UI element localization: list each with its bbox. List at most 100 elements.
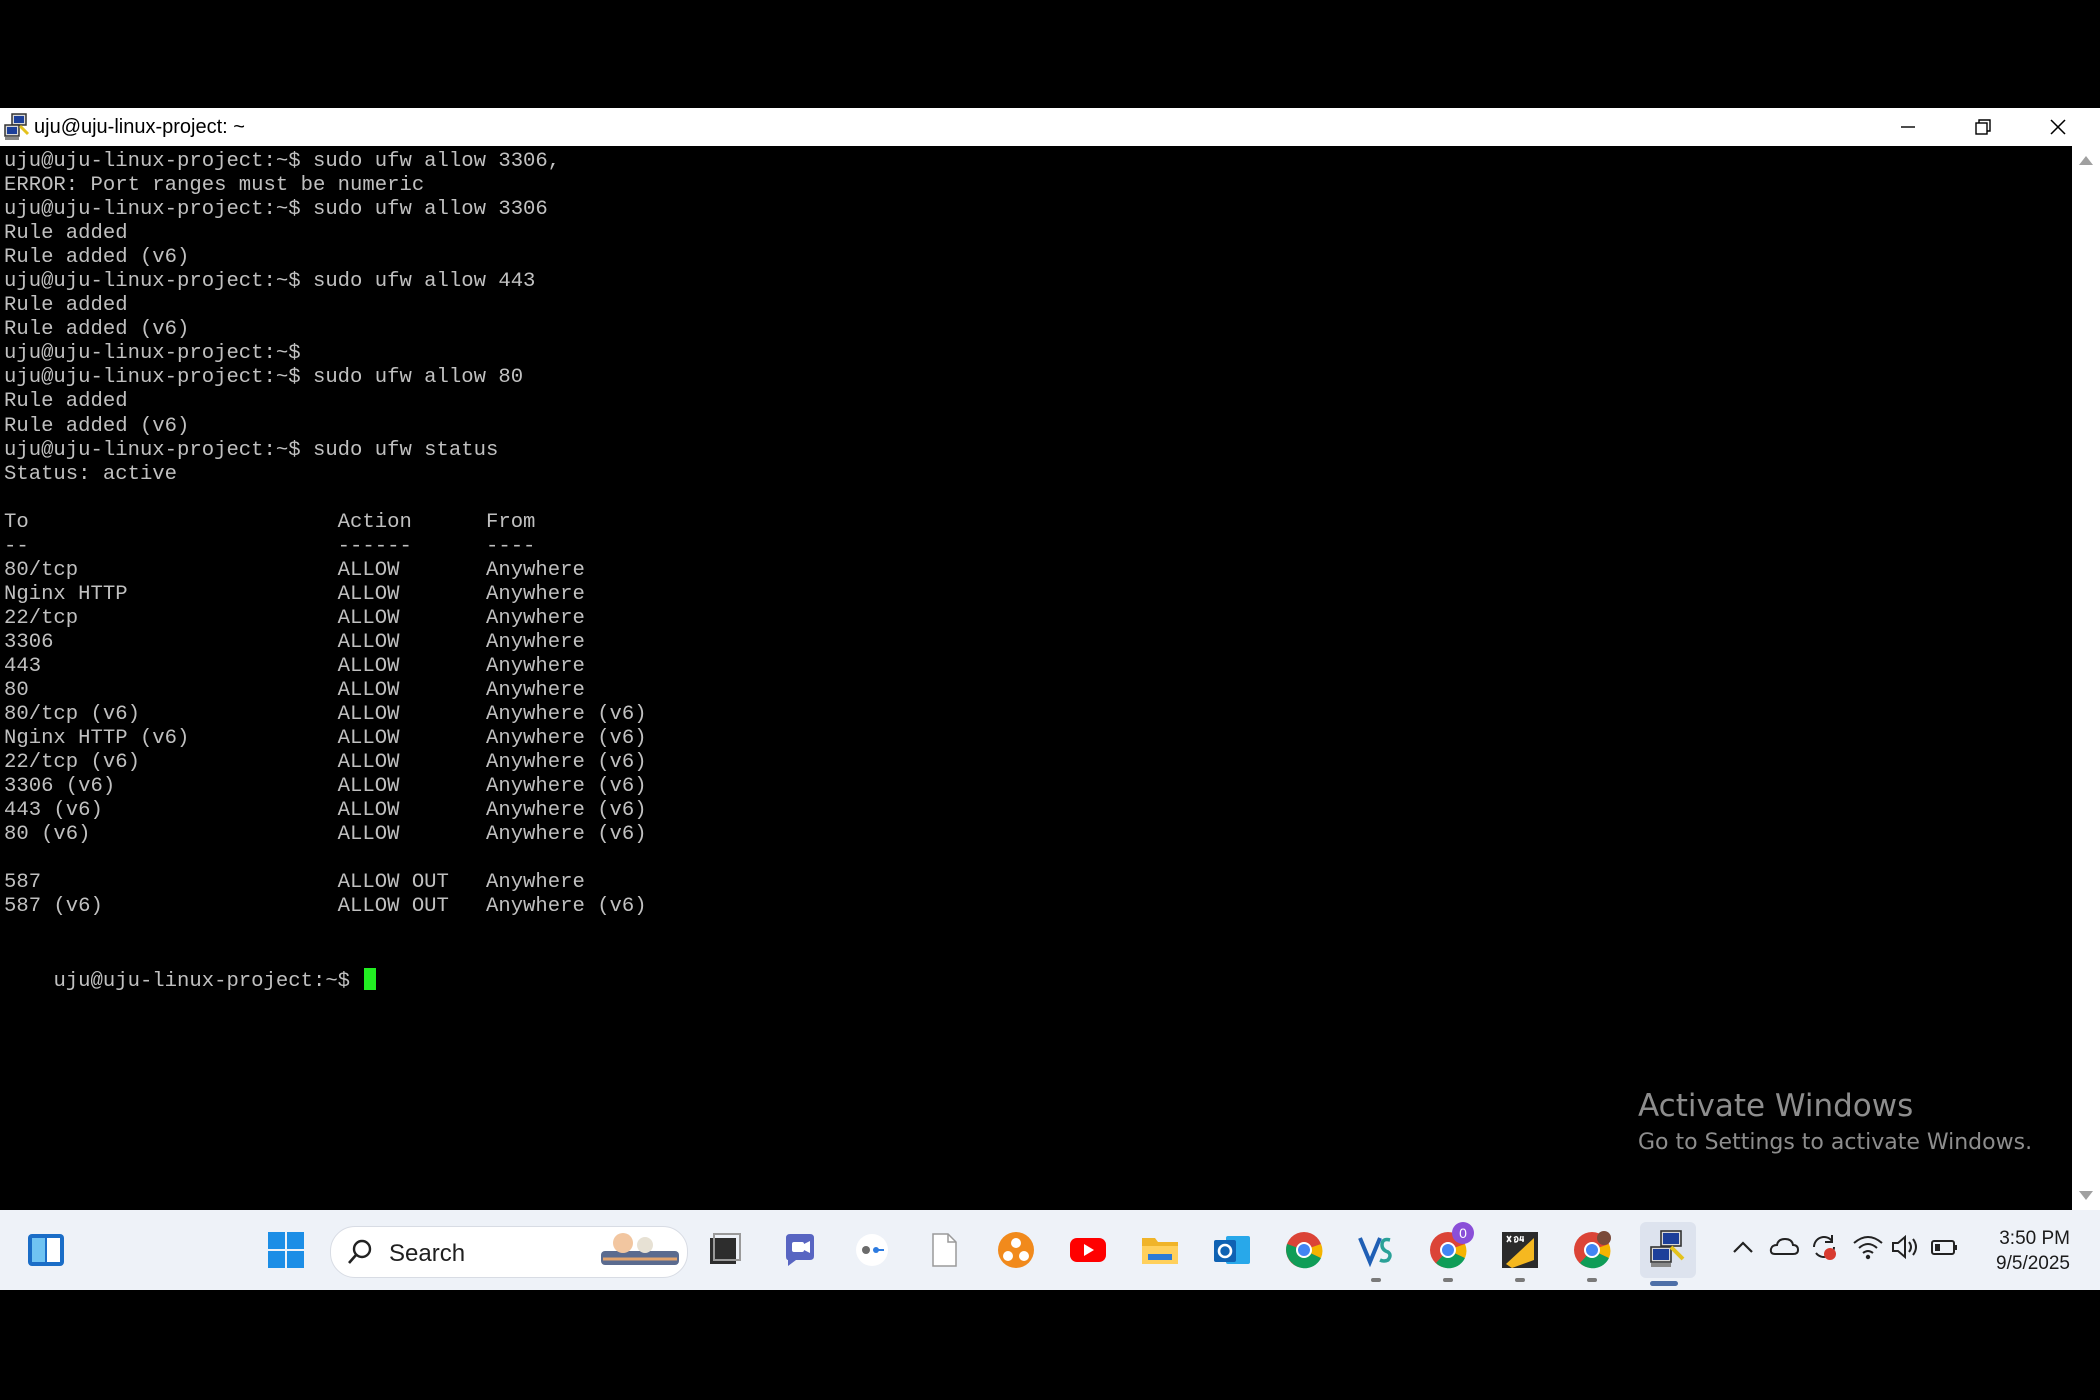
teams-button[interactable] [776, 1226, 824, 1274]
terminal-text: uju@uju-linux-project:~$ sudo ufw allow … [4, 150, 647, 944]
password-manager-button[interactable] [848, 1226, 896, 1274]
task-view-button[interactable] [700, 1226, 748, 1274]
vs-button[interactable] [1352, 1226, 1400, 1282]
terminal-line: Rule added [4, 222, 128, 246]
putty-icon [4, 113, 30, 140]
running-indicator [1371, 1278, 1381, 1282]
taskbar: Search 0 3:50 PM 9/5/2025 [0, 1210, 2100, 1290]
widgets-icon [28, 1234, 64, 1266]
scroll-up-arrow-icon[interactable] [2079, 156, 2093, 165]
minimize-button[interactable] [1870, 108, 1945, 146]
show-hidden-icons-button[interactable] [1728, 1232, 1758, 1267]
file-icon [932, 1233, 957, 1267]
terminal-line: 587 (v6) ALLOW OUT Anywhere (v6) [4, 895, 647, 919]
taskbar-search[interactable]: Search [330, 1226, 688, 1278]
terminal-line: -- ------ ---- [4, 534, 536, 558]
file-explorer-button[interactable] [1136, 1226, 1184, 1274]
terminal-output[interactable]: uju@uju-linux-project:~$ sudo ufw allow … [0, 146, 2072, 1210]
volume-icon [1892, 1234, 1917, 1260]
minimize-icon [1900, 126, 1915, 128]
terminal-prompt-line[interactable]: uju@uju-linux-project:~$ [4, 944, 377, 1018]
terminal-line: To Action From [4, 510, 536, 534]
search-highlight-icon [601, 1233, 679, 1265]
file-button[interactable] [920, 1226, 968, 1274]
terminal-line: 3306 (v6) ALLOW Anywhere (v6) [4, 775, 647, 799]
terminal-line: 443 (v6) ALLOW Anywhere (v6) [4, 799, 647, 823]
battery-button[interactable] [1930, 1232, 1960, 1267]
running-indicator [1587, 1278, 1597, 1282]
terminal-line: Rule added (v6) [4, 318, 190, 342]
chrome-profile-2-button[interactable] [1568, 1226, 1616, 1282]
vs-icon [1358, 1237, 1392, 1268]
terminal-line: Nginx HTTP (v6) ALLOW Anywhere (v6) [4, 727, 647, 751]
clock-time: 3:50 PM [1999, 1228, 2070, 1249]
window-title: uju@uju-linux-project: ~ [34, 116, 245, 138]
orange-app-button[interactable] [992, 1226, 1040, 1274]
widgets-button[interactable] [22, 1226, 70, 1274]
terminal-line: Rule added [4, 390, 128, 414]
putty-icon [1650, 1230, 1685, 1267]
terminal-line: uju@uju-linux-project:~$ [4, 342, 301, 366]
terminal-cursor [364, 967, 377, 990]
running-indicator [1515, 1278, 1525, 1282]
terminal-line: Nginx HTTP ALLOW Anywhere [4, 582, 585, 606]
file-explorer-icon [1142, 1238, 1178, 1264]
terminal-line: 80/tcp (v6) ALLOW Anywhere (v6) [4, 703, 647, 727]
scroll-down-arrow-icon[interactable] [2079, 1191, 2093, 1200]
active-indicator [1650, 1281, 1678, 1286]
running-indicator [1443, 1278, 1453, 1282]
sync-button[interactable] [1808, 1232, 1840, 1267]
onedrive-button[interactable] [1768, 1232, 1800, 1267]
password-manager-icon [856, 1234, 888, 1266]
restore-icon [1974, 119, 1991, 135]
putty-taskbar-button[interactable] [1640, 1222, 1696, 1286]
task-view-icon [710, 1233, 741, 1264]
clock-date: 9/5/2025 [1996, 1253, 2070, 1274]
terminal-line: 22/tcp (v6) ALLOW Anywhere (v6) [4, 751, 647, 775]
start-button[interactable] [262, 1226, 310, 1274]
youtube-icon [1070, 1238, 1106, 1262]
chrome-profile-2-icon [1574, 1231, 1611, 1269]
terminal-line: Rule added (v6) [4, 246, 190, 270]
chrome-button[interactable] [1280, 1226, 1328, 1274]
window-titlebar[interactable]: uju@uju-linux-project: ~ [0, 108, 2100, 146]
terminal-scrollbar[interactable] [2072, 146, 2100, 1210]
wifi-icon [1853, 1236, 1883, 1260]
terminal-line: ERROR: Port ranges must be numeric [4, 174, 425, 198]
x64-app-button[interactable] [1496, 1226, 1544, 1282]
wifi-button[interactable] [1852, 1232, 1884, 1267]
terminal-line: uju@uju-linux-project:~$ sudo ufw status [4, 438, 499, 462]
youtube-button[interactable] [1064, 1226, 1112, 1274]
chrome-profile-button[interactable]: 0 [1424, 1222, 1474, 1282]
sync-error-icon [1813, 1235, 1836, 1260]
terminal-line: 443 ALLOW Anywhere [4, 654, 585, 678]
terminal-line: uju@uju-linux-project:~$ sudo ufw allow … [4, 198, 548, 222]
watermark-title: Activate Windows [1638, 1088, 1914, 1124]
terminal-prompt: uju@uju-linux-project:~$ [53, 969, 363, 993]
cloud-icon [1769, 1237, 1800, 1255]
activation-watermark: Activate Windows Go to Settings to activ… [1638, 1088, 2032, 1155]
start-icon [268, 1232, 304, 1268]
battery-icon [1931, 1240, 1957, 1255]
search-icon [348, 1239, 372, 1264]
terminal-line: 80/tcp ALLOW Anywhere [4, 558, 585, 582]
chevron-up-icon [1733, 1241, 1753, 1253]
terminal-line: 80 ALLOW Anywhere [4, 679, 585, 703]
search-placeholder: Search [389, 1240, 466, 1267]
volume-button[interactable] [1890, 1232, 1922, 1267]
terminal-line: uju@uju-linux-project:~$ sudo ufw allow … [4, 366, 524, 390]
close-icon [2049, 119, 2066, 135]
outlook-button[interactable] [1208, 1226, 1256, 1274]
terminal-line: 3306 ALLOW Anywhere [4, 630, 585, 654]
app-orange-icon [998, 1232, 1034, 1268]
close-button[interactable] [2020, 108, 2095, 146]
restore-button[interactable] [1945, 108, 2020, 146]
chrome-notification-badge: 0 [1452, 1222, 1474, 1244]
system-clock[interactable]: 3:50 PM 9/5/2025 [1960, 1226, 2070, 1276]
terminal-line: 587 ALLOW OUT Anywhere [4, 871, 585, 895]
terminal-line: 22/tcp ALLOW Anywhere [4, 606, 585, 630]
terminal-line: uju@uju-linux-project:~$ sudo ufw allow … [4, 270, 536, 294]
x64-app-icon [1502, 1232, 1538, 1268]
